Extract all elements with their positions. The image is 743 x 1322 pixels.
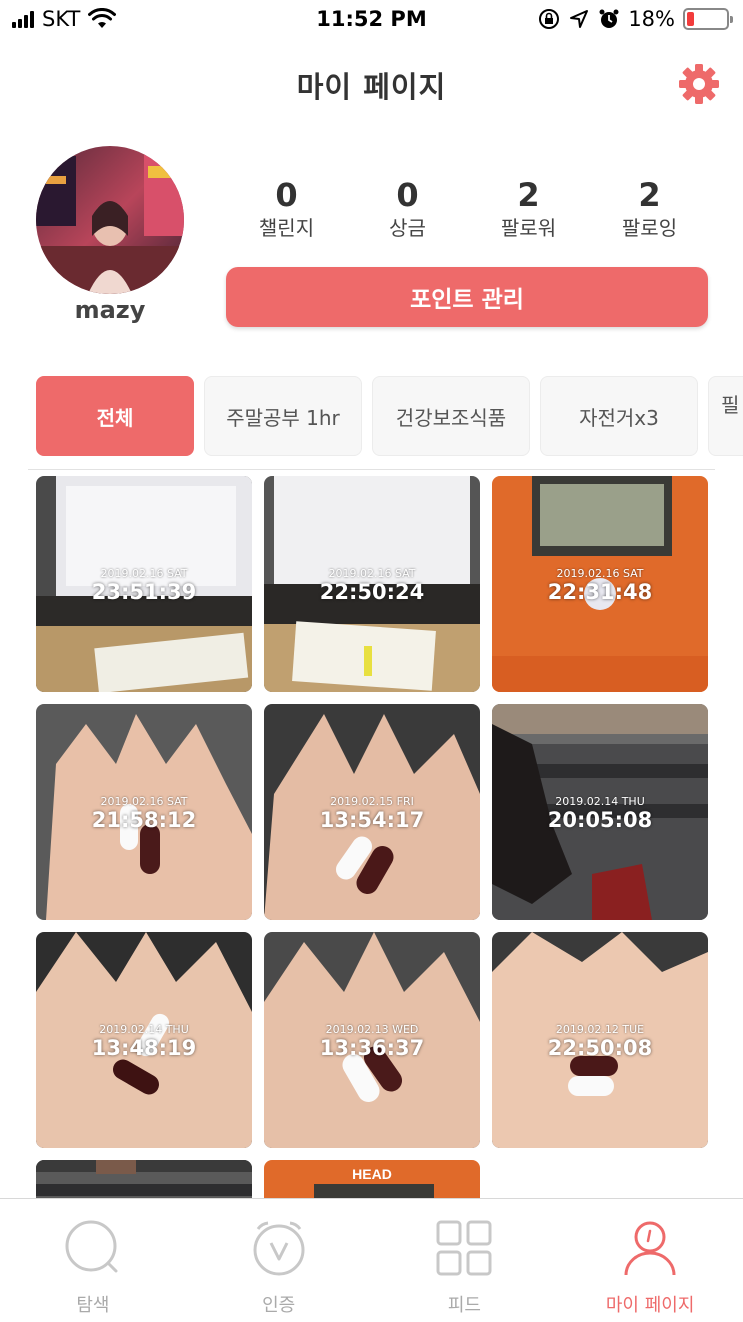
- header: 마이 페이지: [0, 42, 743, 122]
- photo-tile[interactable]: 2019.02.12 TUE 22:50:08: [492, 932, 708, 1148]
- stat-value: 0: [275, 176, 298, 214]
- divider: [28, 469, 715, 470]
- stat-prize[interactable]: 0 상금: [347, 176, 468, 242]
- stat-label: 상금: [389, 216, 426, 240]
- photo-time: 22:50:08: [547, 1036, 653, 1060]
- battery-percent: 18%: [628, 7, 675, 31]
- photo-tile[interactable]: 2019.02.14 THU 13:48:19: [36, 932, 252, 1148]
- profile-icon: [624, 1221, 676, 1276]
- photo-date: 2019.02.14 THU: [99, 1023, 189, 1036]
- nav-mypage[interactable]: 마이 페이지: [557, 1199, 743, 1322]
- photo-date: 2019.02.14 THU: [555, 795, 645, 808]
- stats-row: 0 챌린지 0 상금 2 팔로워 2 팔로잉: [226, 176, 710, 242]
- point-manage-button[interactable]: 포인트 관리: [226, 267, 708, 327]
- stat-followers[interactable]: 2 팔로워: [468, 176, 589, 242]
- photo-date: 2019.02.13 WED: [325, 1023, 419, 1036]
- stat-following[interactable]: 2 팔로잉: [589, 176, 710, 242]
- challenge-tabs: 전체 주말공부 1hr 건강보조식품 자전거x3 필: [36, 376, 743, 456]
- photo-tile[interactable]: 2019.02.15 FRI 13:54:17: [264, 704, 480, 920]
- stat-label: 팔로잉: [621, 216, 678, 240]
- tab-partial[interactable]: 필: [708, 376, 743, 456]
- photo-date: 2019.02.16 SAT: [328, 567, 416, 580]
- grid-icon: [436, 1220, 492, 1276]
- status-bar: SKT 11:52 PM 18%: [0, 0, 743, 42]
- rotation-lock-icon: [539, 9, 560, 29]
- photo-date: 2019.02.16 SAT: [100, 795, 188, 808]
- photo-tile[interactable]: 2019.02.16 SAT 21:58:12: [36, 704, 252, 920]
- photo-time: 20:05:08: [547, 808, 653, 832]
- stat-value: 0: [396, 176, 419, 214]
- photo-time: 13:54:17: [319, 808, 425, 832]
- nav-label: 마이 페이지: [605, 1295, 695, 1316]
- photo-tile[interactable]: 2019.02.13 WED 13:36:37: [264, 932, 480, 1148]
- nav-label: 인증: [262, 1295, 296, 1316]
- nav-explore[interactable]: 탐색: [0, 1199, 186, 1322]
- photo-time: 23:51:39: [91, 580, 197, 604]
- photo-time: 13:36:37: [319, 1036, 425, 1060]
- photo-date: 2019.02.12 TUE: [555, 1023, 645, 1036]
- stat-value: 2: [517, 176, 540, 214]
- photo-time: 22:50:24: [319, 580, 425, 604]
- photo-time: 13:48:19: [91, 1036, 197, 1060]
- nav-label: 탐색: [76, 1295, 110, 1316]
- brand-label: HEAD: [352, 1166, 392, 1182]
- stat-label: 챌린지: [258, 216, 315, 240]
- location-icon: [570, 10, 589, 28]
- photo-date: 2019.02.16 SAT: [556, 567, 644, 580]
- nav-verify[interactable]: 인증: [186, 1199, 372, 1322]
- photo-time: 21:58:12: [91, 808, 197, 832]
- alarm-icon: [599, 9, 619, 28]
- photo-tile[interactable]: 2019.02.16 SAT 22:31:48: [492, 476, 708, 692]
- battery-icon: [683, 8, 733, 30]
- photo-date: 2019.02.15 FRI: [330, 795, 414, 808]
- avatar[interactable]: [36, 146, 184, 294]
- stat-value: 2: [638, 176, 661, 214]
- nav-label: 피드: [447, 1295, 481, 1316]
- bottom-nav: 탐색 인증 피드 마이 페이지: [0, 1198, 743, 1322]
- nav-feed[interactable]: 피드: [372, 1199, 558, 1322]
- photo-date: 2019.02.16 SAT: [100, 567, 188, 580]
- page-title: 마이 페이지: [296, 70, 447, 104]
- tab-bicycle[interactable]: 자전거x3: [540, 376, 698, 456]
- photo-tile[interactable]: 2019.02.16 SAT 23:51:39: [36, 476, 252, 692]
- photo-time: 22:31:48: [547, 580, 653, 604]
- photo-tile[interactable]: 2019.02.14 THU 20:05:08: [492, 704, 708, 920]
- verify-icon: [253, 1221, 305, 1276]
- tab-all[interactable]: 전체: [36, 376, 194, 456]
- tab-weekend-study[interactable]: 주말공부 1hr: [204, 376, 362, 456]
- photo-tile[interactable]: 2019.02.16 SAT 22:50:24: [264, 476, 480, 692]
- stat-challenge[interactable]: 0 챌린지: [226, 176, 347, 242]
- tab-supplements[interactable]: 건강보조식품: [372, 376, 530, 456]
- search-icon: [65, 1220, 118, 1273]
- stat-label: 팔로워: [500, 216, 557, 240]
- gear-icon[interactable]: [677, 62, 721, 106]
- username: mazy: [74, 296, 146, 324]
